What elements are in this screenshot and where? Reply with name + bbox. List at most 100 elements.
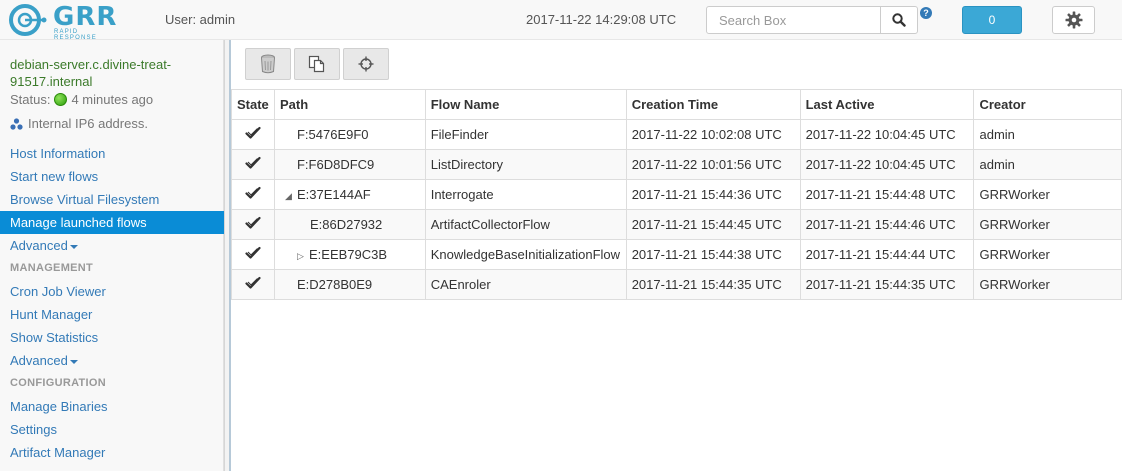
user-label: User: admin — [165, 12, 236, 27]
nav-advanced-label: Advanced — [10, 353, 68, 368]
settings-button[interactable] — [1052, 6, 1095, 34]
check-icon — [245, 186, 261, 199]
flow-last-active-cell: 2017-11-22 10:04:45 UTC — [799, 119, 975, 150]
gear-icon — [1065, 11, 1082, 29]
column-header-last-active[interactable]: Last Active — [799, 89, 975, 120]
flow-path: E:86D27932 — [309, 217, 383, 232]
flow-state-cell — [231, 179, 275, 210]
notifications-button[interactable]: 0 — [962, 6, 1022, 34]
search-input[interactable] — [706, 6, 881, 34]
column-header-creator[interactable]: Creator — [973, 89, 1122, 120]
nav-manage-binaries[interactable]: Manage Binaries — [0, 395, 224, 418]
flow-name-cell: ListDirectory — [424, 149, 627, 180]
nav-host-information[interactable]: Host Information — [0, 142, 224, 165]
ip-text: Internal IP6 address. — [28, 116, 148, 131]
flow-creation-time-cell: 2017-11-21 15:44:35 UTC — [625, 269, 801, 300]
check-icon — [245, 126, 261, 139]
table-row[interactable]: ▷ E:EEB79C3B KnowledgeBaseInitializationFl… — [231, 239, 1122, 270]
check-icon — [245, 246, 261, 259]
table-row[interactable]: E:D278B0E9 CAEnroler 2017-11-21 15:44:35 U… — [231, 269, 1122, 300]
table-row[interactable]: F:5476E9F0 FileFinder 2017-11-22 10:02:08 … — [231, 119, 1122, 150]
flow-name-cell: CAEnroler — [424, 269, 627, 300]
tree-expanded-icon[interactable]: ◢ — [285, 191, 297, 202]
nav-settings[interactable]: Settings — [0, 418, 224, 441]
flow-path-cell: E:D278B0E9 — [273, 269, 426, 300]
search-icon — [892, 13, 906, 27]
top-navbar: GRR RAPID RESPONSE User: admin 2017-11-2… — [0, 0, 1122, 41]
flow-creator-cell: admin — [973, 119, 1122, 150]
table-row[interactable]: E:86D27932 ArtifactCollectorFlow 2017-11-2… — [231, 209, 1122, 240]
check-icon — [245, 156, 261, 169]
flow-last-active-cell: 2017-11-21 15:44:48 UTC — [799, 179, 975, 210]
column-header-flow-name[interactable]: Flow Name — [424, 89, 627, 120]
flow-path-cell: E:86D27932 — [273, 209, 426, 240]
flows-table: State Path Flow Name Creation Time Last … — [231, 89, 1122, 300]
flow-last-active-cell: 2017-11-21 15:44:44 UTC — [799, 239, 975, 270]
server-clock: 2017-11-22 14:29:08 UTC — [526, 12, 677, 27]
nav-advanced-label: Advanced — [10, 238, 68, 253]
flow-name-cell: FileFinder — [424, 119, 627, 150]
help-icon[interactable]: ? — [920, 7, 932, 19]
flow-creator-cell: GRRWorker — [973, 209, 1122, 240]
column-header-path[interactable]: Path — [273, 89, 426, 120]
nav-cron-job-viewer[interactable]: Cron Job Viewer — [0, 280, 224, 303]
trash-icon — [261, 54, 275, 74]
copy-flow-button[interactable] — [294, 48, 340, 80]
flow-creation-time-cell: 2017-11-22 10:01:56 UTC — [625, 149, 801, 180]
status-online-icon — [54, 93, 68, 106]
flow-state-cell — [231, 149, 275, 180]
nav-start-new-flows[interactable]: Start new flows — [0, 165, 224, 188]
flow-path: E:D278B0E9 — [296, 277, 373, 292]
nav-artifact-manager[interactable]: Artifact Manager — [0, 441, 224, 464]
caret-down-icon — [69, 359, 78, 364]
client-status: Status: 4 minutes ago — [10, 92, 153, 107]
flow-creation-time-cell: 2017-11-21 15:44:36 UTC — [625, 179, 801, 210]
target-button[interactable] — [343, 48, 389, 80]
copy-icon — [308, 55, 325, 73]
client-hostname[interactable]: debian-server.c.divine-treat-91517.inter… — [10, 56, 210, 90]
column-header-state[interactable]: State — [231, 89, 275, 120]
flow-creation-time-cell: 2017-11-22 10:02:08 UTC — [625, 119, 801, 150]
nav-browse-virtual-filesystem[interactable]: Browse Virtual Filesystem — [0, 188, 224, 211]
flow-last-active-cell: 2017-11-21 15:44:35 UTC — [799, 269, 975, 300]
client-ip-info: Internal IP6 address. — [10, 116, 148, 131]
flow-path: E:37E144AF — [296, 187, 371, 202]
flow-path-cell: F:5476E9F0 — [273, 119, 426, 150]
table-row[interactable]: F:F6D8DFC9 ListDirectory 2017-11-22 10:01:… — [231, 149, 1122, 180]
flow-creation-time-cell: 2017-11-21 15:44:45 UTC — [625, 209, 801, 240]
status-text: 4 minutes ago — [71, 92, 154, 107]
check-icon — [245, 276, 261, 289]
flow-creation-time-cell: 2017-11-21 15:44:38 UTC — [625, 239, 801, 270]
flow-state-cell — [231, 119, 275, 150]
cancel-flow-button[interactable] — [245, 48, 291, 80]
nav-manage-launched-flows[interactable]: Manage launched flows — [0, 211, 224, 234]
nav-advanced-management[interactable]: Advanced — [0, 349, 224, 372]
flow-state-cell — [231, 209, 275, 240]
status-label: Status: — [10, 92, 51, 107]
flow-path-cell: F:F6D8DFC9 — [273, 149, 426, 180]
flow-name-cell: ArtifactCollectorFlow — [424, 209, 627, 240]
table-header-row: State Path Flow Name Creation Time Last … — [231, 89, 1122, 120]
flow-creator-cell: admin — [973, 149, 1122, 180]
search-button[interactable] — [880, 6, 918, 34]
logo-text: GRR — [53, 2, 118, 32]
grr-logo[interactable]: GRR RAPID RESPONSE — [8, 2, 123, 41]
flow-creator-cell: GRRWorker — [973, 239, 1122, 270]
flows-toolbar — [245, 48, 392, 80]
column-header-creation-time[interactable]: Creation Time — [625, 89, 801, 120]
management-header: MANAGEMENT — [10, 262, 94, 274]
table-row[interactable]: ◢ E:37E144AF Interrogate 2017-11-21 15:44:3… — [231, 179, 1122, 210]
nav-hunt-manager[interactable]: Hunt Manager — [0, 303, 224, 326]
check-icon — [245, 216, 261, 229]
flow-path: F:F6D8DFC9 — [296, 157, 375, 172]
flow-state-cell — [231, 269, 275, 300]
flow-creator-cell: GRRWorker — [973, 269, 1122, 300]
flow-path-cell: ◢ E:37E144AF — [273, 179, 426, 210]
sidebar: debian-server.c.divine-treat-91517.inter… — [0, 40, 224, 471]
flow-last-active-cell: 2017-11-21 15:44:46 UTC — [799, 209, 975, 240]
nav-advanced-client[interactable]: Advanced — [0, 234, 224, 257]
nav-show-statistics[interactable]: Show Statistics — [0, 326, 224, 349]
flow-last-active-cell: 2017-11-22 10:04:45 UTC — [799, 149, 975, 180]
tree-collapsed-icon[interactable]: ▷ — [297, 251, 309, 262]
flow-path: F:5476E9F0 — [296, 127, 369, 142]
